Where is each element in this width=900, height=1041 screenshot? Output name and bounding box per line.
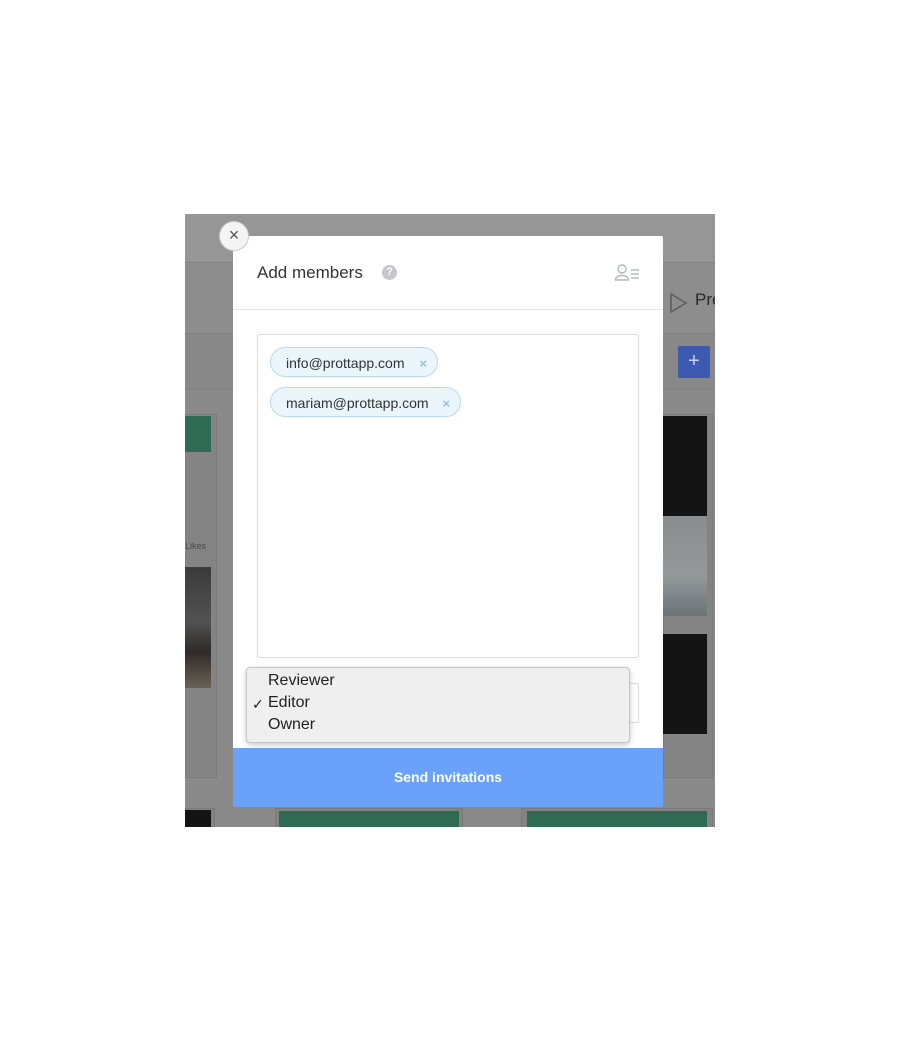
email-chip: info@prottapp.com × [270,347,438,377]
background-photo [185,810,211,827]
check-icon: ✓ [252,696,264,712]
role-option-reviewer[interactable]: Reviewer [268,670,335,692]
member-list-icon[interactable] [614,263,640,283]
background-photo [185,567,211,688]
preview-label: Pre [695,290,715,309]
background-card-header [279,811,459,827]
remove-email-icon[interactable]: × [442,389,450,419]
modal-header: Add members ? [233,236,663,310]
role-option-editor[interactable]: Editor [268,692,310,714]
background-photo [663,634,707,734]
email-chip-label: mariam@prottapp.com [286,395,429,411]
role-dropdown-menu: Reviewer ✓ Editor Owner [246,667,630,743]
send-invitations-button[interactable]: Send invitations [233,748,663,807]
likes-label: Likes [185,541,207,551]
email-chip-label: info@prottapp.com [286,355,405,371]
role-option-owner[interactable]: Owner [268,714,315,736]
play-icon [670,292,688,314]
email-input-area[interactable]: info@prottapp.com × mariam@prottapp.com … [257,334,639,658]
modal-title: Add members [257,263,363,282]
help-icon[interactable]: ? [382,265,397,280]
background-photo [663,516,707,616]
remove-email-icon[interactable]: × [419,349,427,379]
email-chip: mariam@prottapp.com × [270,387,461,417]
close-icon: × [228,225,240,245]
background-card-header [527,811,707,827]
close-modal-button[interactable]: × [219,221,249,251]
background-photo [663,416,707,516]
add-screen-button: + [678,346,710,378]
background-card-header [185,416,211,452]
